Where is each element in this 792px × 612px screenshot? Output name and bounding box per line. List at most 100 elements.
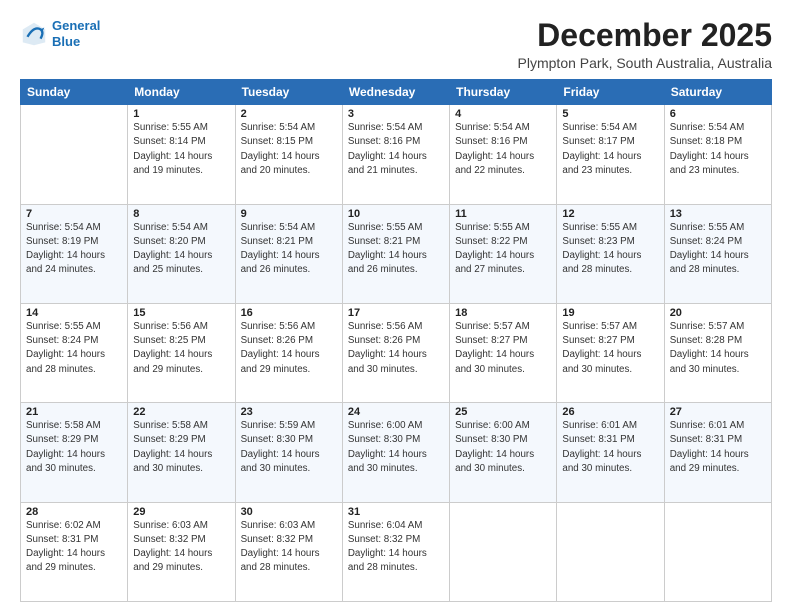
logo-line1: General (52, 18, 100, 33)
calendar-cell: 31Sunrise: 6:04 AMSunset: 8:32 PMDayligh… (342, 502, 449, 601)
day-info: Sunrise: 5:57 AMSunset: 8:27 PMDaylight:… (562, 320, 658, 377)
page: General Blue December 2025 Plympton Park… (0, 0, 792, 612)
day-info: Sunrise: 5:56 AMSunset: 8:25 PMDaylight:… (133, 320, 229, 377)
column-header-saturday: Saturday (664, 80, 771, 105)
day-info: Sunrise: 6:00 AMSunset: 8:30 PMDaylight:… (455, 419, 551, 476)
day-number: 15 (133, 307, 229, 319)
day-number: 7 (26, 208, 122, 220)
calendar-cell: 10Sunrise: 5:55 AMSunset: 8:21 PMDayligh… (342, 204, 449, 303)
day-number: 22 (133, 406, 229, 418)
day-number: 19 (562, 307, 658, 319)
calendar-cell: 5Sunrise: 5:54 AMSunset: 8:17 PMDaylight… (557, 105, 664, 204)
calendar-cell: 25Sunrise: 6:00 AMSunset: 8:30 PMDayligh… (450, 403, 557, 502)
calendar-cell: 24Sunrise: 6:00 AMSunset: 8:30 PMDayligh… (342, 403, 449, 502)
day-number: 23 (241, 406, 337, 418)
day-number: 5 (562, 108, 658, 120)
day-info: Sunrise: 5:57 AMSunset: 8:28 PMDaylight:… (670, 320, 766, 377)
calendar-cell: 7Sunrise: 5:54 AMSunset: 8:19 PMDaylight… (21, 204, 128, 303)
subtitle: Plympton Park, South Australia, Australi… (518, 55, 772, 71)
day-number: 11 (455, 208, 551, 220)
main-title: December 2025 (518, 18, 772, 53)
calendar-cell: 8Sunrise: 5:54 AMSunset: 8:20 PMDaylight… (128, 204, 235, 303)
logo-line2: Blue (52, 34, 80, 49)
day-number: 31 (348, 506, 444, 518)
calendar-cell: 26Sunrise: 6:01 AMSunset: 8:31 PMDayligh… (557, 403, 664, 502)
calendar-cell: 18Sunrise: 5:57 AMSunset: 8:27 PMDayligh… (450, 303, 557, 402)
day-info: Sunrise: 5:56 AMSunset: 8:26 PMDaylight:… (241, 320, 337, 377)
day-number: 25 (455, 406, 551, 418)
day-number: 12 (562, 208, 658, 220)
calendar-cell: 30Sunrise: 6:03 AMSunset: 8:32 PMDayligh… (235, 502, 342, 601)
day-info: Sunrise: 5:55 AMSunset: 8:24 PMDaylight:… (26, 320, 122, 377)
calendar-cell: 23Sunrise: 5:59 AMSunset: 8:30 PMDayligh… (235, 403, 342, 502)
calendar-cell: 11Sunrise: 5:55 AMSunset: 8:22 PMDayligh… (450, 204, 557, 303)
day-number: 14 (26, 307, 122, 319)
calendar-cell: 16Sunrise: 5:56 AMSunset: 8:26 PMDayligh… (235, 303, 342, 402)
day-info: Sunrise: 5:57 AMSunset: 8:27 PMDaylight:… (455, 320, 551, 377)
logo-text: General Blue (52, 18, 100, 49)
column-header-sunday: Sunday (21, 80, 128, 105)
day-info: Sunrise: 5:54 AMSunset: 8:16 PMDaylight:… (348, 121, 444, 178)
calendar-cell: 14Sunrise: 5:55 AMSunset: 8:24 PMDayligh… (21, 303, 128, 402)
calendar-cell (557, 502, 664, 601)
calendar-cell: 4Sunrise: 5:54 AMSunset: 8:16 PMDaylight… (450, 105, 557, 204)
calendar-week-1: 1Sunrise: 5:55 AMSunset: 8:14 PMDaylight… (21, 105, 772, 204)
day-info: Sunrise: 6:00 AMSunset: 8:30 PMDaylight:… (348, 419, 444, 476)
day-info: Sunrise: 5:54 AMSunset: 8:19 PMDaylight:… (26, 221, 122, 278)
logo: General Blue (20, 18, 100, 49)
calendar-cell: 1Sunrise: 5:55 AMSunset: 8:14 PMDaylight… (128, 105, 235, 204)
calendar-cell (664, 502, 771, 601)
calendar-week-2: 7Sunrise: 5:54 AMSunset: 8:19 PMDaylight… (21, 204, 772, 303)
calendar: SundayMondayTuesdayWednesdayThursdayFrid… (20, 79, 772, 602)
day-number: 8 (133, 208, 229, 220)
calendar-cell: 19Sunrise: 5:57 AMSunset: 8:27 PMDayligh… (557, 303, 664, 402)
day-info: Sunrise: 5:58 AMSunset: 8:29 PMDaylight:… (133, 419, 229, 476)
day-info: Sunrise: 5:55 AMSunset: 8:22 PMDaylight:… (455, 221, 551, 278)
day-number: 29 (133, 506, 229, 518)
day-number: 16 (241, 307, 337, 319)
day-info: Sunrise: 6:04 AMSunset: 8:32 PMDaylight:… (348, 519, 444, 576)
day-info: Sunrise: 5:54 AMSunset: 8:15 PMDaylight:… (241, 121, 337, 178)
calendar-cell: 13Sunrise: 5:55 AMSunset: 8:24 PMDayligh… (664, 204, 771, 303)
day-info: Sunrise: 5:54 AMSunset: 8:20 PMDaylight:… (133, 221, 229, 278)
calendar-cell: 20Sunrise: 5:57 AMSunset: 8:28 PMDayligh… (664, 303, 771, 402)
day-info: Sunrise: 6:03 AMSunset: 8:32 PMDaylight:… (133, 519, 229, 576)
calendar-week-4: 21Sunrise: 5:58 AMSunset: 8:29 PMDayligh… (21, 403, 772, 502)
logo-icon (20, 20, 48, 48)
column-header-friday: Friday (557, 80, 664, 105)
day-info: Sunrise: 5:55 AMSunset: 8:14 PMDaylight:… (133, 121, 229, 178)
calendar-cell: 6Sunrise: 5:54 AMSunset: 8:18 PMDaylight… (664, 105, 771, 204)
day-number: 30 (241, 506, 337, 518)
day-number: 9 (241, 208, 337, 220)
day-info: Sunrise: 5:56 AMSunset: 8:26 PMDaylight:… (348, 320, 444, 377)
calendar-week-5: 28Sunrise: 6:02 AMSunset: 8:31 PMDayligh… (21, 502, 772, 601)
day-number: 27 (670, 406, 766, 418)
day-info: Sunrise: 5:58 AMSunset: 8:29 PMDaylight:… (26, 419, 122, 476)
calendar-cell: 2Sunrise: 5:54 AMSunset: 8:15 PMDaylight… (235, 105, 342, 204)
day-info: Sunrise: 5:54 AMSunset: 8:17 PMDaylight:… (562, 121, 658, 178)
calendar-week-3: 14Sunrise: 5:55 AMSunset: 8:24 PMDayligh… (21, 303, 772, 402)
day-number: 21 (26, 406, 122, 418)
calendar-cell: 15Sunrise: 5:56 AMSunset: 8:25 PMDayligh… (128, 303, 235, 402)
day-number: 6 (670, 108, 766, 120)
day-info: Sunrise: 6:01 AMSunset: 8:31 PMDaylight:… (562, 419, 658, 476)
day-info: Sunrise: 5:54 AMSunset: 8:18 PMDaylight:… (670, 121, 766, 178)
day-info: Sunrise: 5:55 AMSunset: 8:21 PMDaylight:… (348, 221, 444, 278)
day-number: 10 (348, 208, 444, 220)
calendar-cell: 12Sunrise: 5:55 AMSunset: 8:23 PMDayligh… (557, 204, 664, 303)
column-header-thursday: Thursday (450, 80, 557, 105)
day-number: 28 (26, 506, 122, 518)
day-info: Sunrise: 5:55 AMSunset: 8:24 PMDaylight:… (670, 221, 766, 278)
calendar-cell: 3Sunrise: 5:54 AMSunset: 8:16 PMDaylight… (342, 105, 449, 204)
day-info: Sunrise: 6:02 AMSunset: 8:31 PMDaylight:… (26, 519, 122, 576)
column-header-monday: Monday (128, 80, 235, 105)
day-number: 20 (670, 307, 766, 319)
day-info: Sunrise: 6:01 AMSunset: 8:31 PMDaylight:… (670, 419, 766, 476)
day-number: 1 (133, 108, 229, 120)
day-number: 17 (348, 307, 444, 319)
calendar-cell: 21Sunrise: 5:58 AMSunset: 8:29 PMDayligh… (21, 403, 128, 502)
calendar-cell: 9Sunrise: 5:54 AMSunset: 8:21 PMDaylight… (235, 204, 342, 303)
day-number: 3 (348, 108, 444, 120)
calendar-cell (21, 105, 128, 204)
day-number: 26 (562, 406, 658, 418)
